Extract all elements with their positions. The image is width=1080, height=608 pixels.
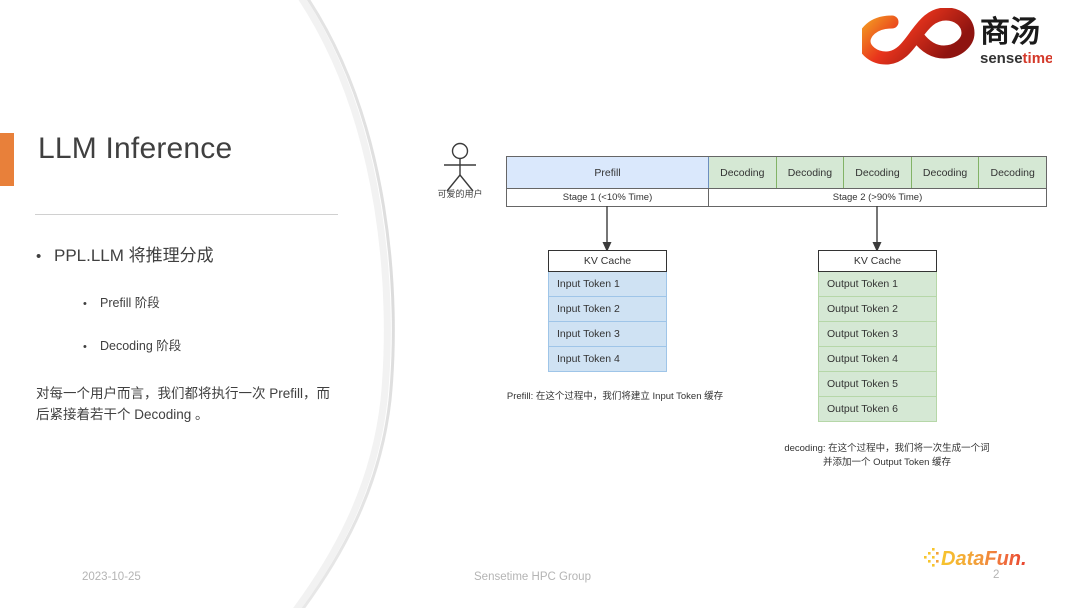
footer-organization: Sensetime HPC Group <box>474 571 591 583</box>
decoding-caption-line2: 并添加一个 Output Token 缓存 <box>822 457 952 468</box>
footer-date: 2023-10-25 <box>82 571 141 583</box>
kv-cache-row: Output Token 6 <box>818 397 937 422</box>
page-number: 2 <box>993 569 1000 581</box>
datafun-logo: DataFun. <box>924 548 1027 570</box>
timeline-phase-label: Decoding <box>855 166 900 179</box>
title-accent-bar <box>0 133 14 186</box>
bullet-level1-label: PPL.LLM 将推理分成 <box>54 246 214 265</box>
timeline-phase-label: Decoding <box>787 166 833 179</box>
bullet-level1-item: • PPL.LLM 将推理分成 <box>36 241 214 266</box>
sensetime-logo: 商汤 sensetime <box>862 8 1052 67</box>
page-title: LLM Inference <box>38 132 233 165</box>
timeline-phase-label: Decoding <box>922 166 968 179</box>
connector-arrow-decoding <box>872 206 882 252</box>
decoding-caption: decoding: 在这个过程中，我们将一次生成一个词 并添加一个 Output… <box>742 442 1032 470</box>
kv-cache-row: Input Token 4 <box>548 347 667 372</box>
kv-cache-row: Output Token 3 <box>818 322 937 347</box>
timeline-phase-decoding-4: Decoding <box>911 157 980 188</box>
timeline-phase-decoding-5: Decoding <box>979 157 1046 188</box>
timeline-phase-label: Decoding <box>720 166 765 179</box>
decoding-caption-line1: decoding: 在这个过程中，我们将一次生成一个词 <box>784 443 990 454</box>
timeline-stage-1: Stage 1 (<10% Time) <box>507 189 709 206</box>
bullet-dot-icon: • <box>36 248 42 265</box>
sensetime-latin-wordmark: sensetime <box>980 50 1052 67</box>
bullet-level2-item-decoding: • Decoding 阶段 <box>83 335 181 354</box>
kv-cache-row: Output Token 1 <box>818 272 937 297</box>
timeline-phase-decoding-2: Decoding <box>776 157 845 188</box>
bullet-dot-icon: • <box>83 341 87 353</box>
timeline-phase-label: Decoding <box>990 166 1035 179</box>
timeline-stage-row: Stage 1 (<10% Time) Stage 2 (>90% Time) <box>506 189 1047 207</box>
kv-cache-row: Output Token 2 <box>818 297 937 322</box>
kv-cache-header: KV Cache <box>818 250 937 272</box>
timeline-stage-label: Stage 1 (<10% Time) <box>562 192 653 203</box>
timeline-phase-prefill: Prefill <box>507 157 709 188</box>
datafun-wordmark: DataFun. <box>941 548 1027 570</box>
kv-cache-header: KV Cache <box>548 250 667 272</box>
kv-cache-row: Input Token 3 <box>548 322 667 347</box>
timeline-phase-label: Prefill <box>594 166 621 179</box>
kv-cache-decoding-box: KV Cache Output Token 1 Output Token 2 O… <box>818 250 937 422</box>
bullet-level2-item-prefill: • Prefill 阶段 <box>83 292 160 311</box>
timeline-stage-2: Stage 2 (>90% Time) <box>709 189 1046 206</box>
timeline-phase-row: Prefill Decoding Decoding Decoding Decod… <box>506 156 1047 189</box>
bullet-dot-icon: • <box>83 298 87 310</box>
kv-cache-row: Input Token 2 <box>548 297 667 322</box>
kv-cache-prefill-box: KV Cache Input Token 1 Input Token 2 Inp… <box>548 250 667 372</box>
prefill-caption: Prefill: 在这个过程中，我们将建立 Input Token 缓存 <box>506 391 724 402</box>
bullet-level2-label: Prefill 阶段 <box>100 296 160 310</box>
sensetime-chinese-wordmark: 商汤 <box>980 15 1040 50</box>
kv-cache-row: Input Token 1 <box>548 272 667 297</box>
bullet-level2-label: Decoding 阶段 <box>100 339 182 353</box>
inference-timeline: Prefill Decoding Decoding Decoding Decod… <box>506 156 1047 207</box>
timeline-stage-label: Stage 2 (>90% Time) <box>832 192 923 203</box>
timeline-phase-decoding-1: Decoding <box>709 157 777 188</box>
body-paragraph: 对每一个用户而言，我们都将执行一次 Prefill，而后紧接着若干个 Decod… <box>36 386 331 422</box>
kv-cache-row: Output Token 5 <box>818 372 937 397</box>
actor-label: 可爱的用户 <box>437 189 483 199</box>
kv-cache-row: Output Token 4 <box>818 347 937 372</box>
connector-arrow-prefill <box>602 206 612 252</box>
title-divider <box>35 214 338 215</box>
timeline-phase-decoding-3: Decoding <box>844 157 912 188</box>
